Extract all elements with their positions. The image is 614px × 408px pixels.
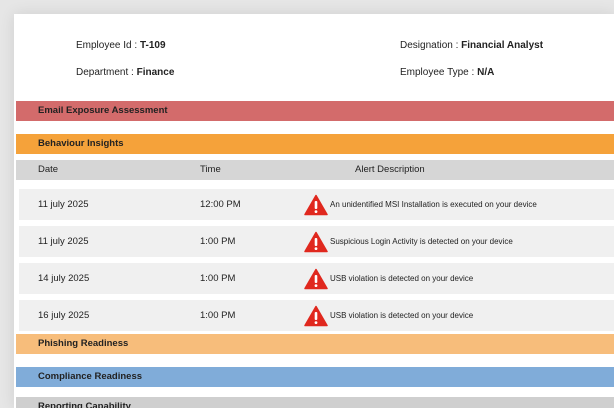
row-time: 1:00 PM — [200, 236, 236, 247]
section-email-exposure[interactable]: Email Exposure Assessment — [16, 101, 614, 121]
employee-id: Employee Id : T-109 — [76, 40, 166, 51]
row-date: 11 july 2025 — [38, 236, 89, 247]
section-behaviour-insights[interactable]: Behaviour Insights — [16, 134, 614, 154]
department: Department : Finance — [76, 67, 174, 78]
department-label: Department : — [76, 67, 134, 78]
row-time: 1:00 PM — [200, 273, 236, 284]
warning-triangle-icon — [304, 305, 328, 326]
warning-triangle-icon — [304, 231, 328, 252]
alert-text: USB violation is detected on your device — [330, 311, 474, 320]
designation-value: Financial Analyst — [461, 40, 544, 51]
table-row: 14 july 2025 1:00 PM USB violation is de… — [19, 263, 614, 294]
employee-type-label: Employee Type : — [400, 67, 475, 78]
section-reporting-capability[interactable]: Reporting Capability — [16, 397, 614, 408]
employee-id-label: Employee Id : — [76, 40, 138, 51]
row-date: 14 july 2025 — [38, 273, 90, 284]
row-time: 1:00 PM — [200, 310, 236, 321]
designation-label: Designation : — [400, 40, 459, 51]
row-date: 11 july 2025 — [38, 199, 89, 210]
column-header-alert-description: Alert Description — [355, 164, 425, 175]
employee-type-value: N/A — [477, 67, 495, 78]
warning-triangle-icon — [304, 268, 328, 289]
table-row: 11 july 2025 12:00 PM An unidentified MS… — [19, 189, 614, 220]
department-value: Finance — [136, 67, 175, 78]
report-page: Employee Id : T-109 Designation : Financ… — [14, 14, 614, 408]
table-row: 11 july 2025 1:00 PM Suspicious Login Ac… — [19, 226, 614, 257]
column-header-time: Time — [200, 164, 221, 175]
table-row: 16 july 2025 1:00 PM USB violation is de… — [19, 300, 614, 331]
alert-text: USB violation is detected on your device — [330, 274, 474, 283]
alerts-table-header: Date Time Alert Description — [16, 160, 614, 180]
row-alert-description: USB violation is detected on your device — [304, 300, 473, 331]
alert-text: An unidentified MSI Installation is exec… — [330, 200, 537, 209]
column-header-date: Date — [38, 164, 59, 175]
row-date: 16 july 2025 — [38, 310, 90, 321]
row-time: 12:00 PM — [200, 199, 241, 210]
section-compliance-readiness[interactable]: Compliance Readiness — [16, 367, 614, 387]
row-alert-description: An unidentified MSI Installation is exec… — [304, 189, 537, 220]
row-alert-description: USB violation is detected on your device — [304, 263, 473, 294]
alert-text: Suspicious Login Activity is detected on… — [330, 237, 513, 246]
section-phishing-readiness[interactable]: Phishing Readiness — [16, 334, 614, 354]
row-alert-description: Suspicious Login Activity is detected on… — [304, 226, 513, 257]
employee-id-value: T-109 — [139, 40, 166, 51]
warning-triangle-icon — [304, 194, 328, 215]
designation: Designation : Financial Analyst — [400, 40, 543, 51]
employee-type: Employee Type : N/A — [400, 67, 494, 78]
